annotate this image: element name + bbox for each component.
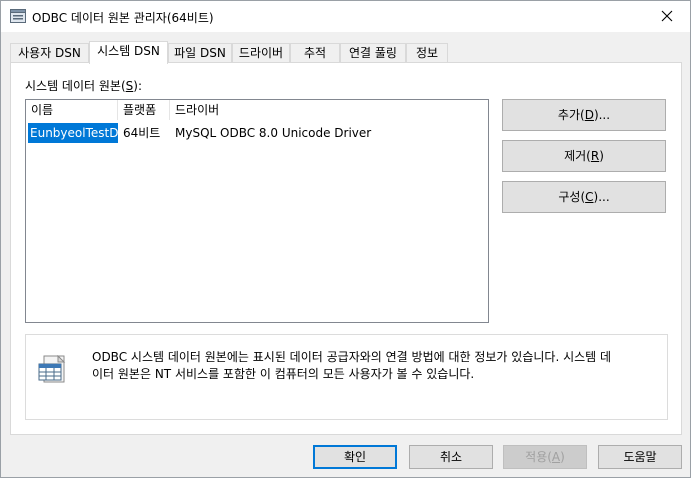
- mnemonic-key: D: [584, 108, 594, 122]
- column-header-name[interactable]: 이름: [26, 100, 118, 120]
- mnemonic-key: C: [585, 190, 594, 204]
- help-button[interactable]: 도움말: [598, 445, 682, 469]
- tab-label: 드라이버: [238, 46, 284, 60]
- odbc-app-icon: [10, 9, 26, 23]
- tab-connection-pooling[interactable]: 연결 풀링: [340, 43, 406, 63]
- tab-label: 파일 DSN: [174, 46, 226, 60]
- configure-button[interactable]: 구성(C)...: [502, 181, 666, 213]
- tab-about[interactable]: 정보: [406, 43, 448, 63]
- tab-label: 정보: [415, 46, 439, 60]
- button-text: )...: [593, 108, 611, 122]
- label-text: 시스템 데이터 원본(: [25, 79, 126, 93]
- tab-drivers[interactable]: 드라이버: [232, 43, 290, 63]
- add-button[interactable]: 추가(D)...: [502, 99, 666, 131]
- info-line: ODBC 시스템 데이터 원본에는 표시된 데이터 공급자와의 연결 방법에 대…: [92, 350, 612, 364]
- button-text: ): [560, 450, 565, 464]
- button-text: 추가(: [557, 108, 585, 122]
- tab-label: 사용자 DSN: [18, 46, 81, 60]
- tab-system-dsn[interactable]: 시스템 DSN: [89, 41, 168, 64]
- column-header-driver[interactable]: 드라이버: [170, 100, 488, 120]
- tab-user-dsn[interactable]: 사용자 DSN: [10, 43, 89, 63]
- dsn-name-cell[interactable]: EunbyeolTestDB: [28, 123, 118, 143]
- button-text: 구성(: [558, 190, 586, 204]
- tab-file-dsn[interactable]: 파일 DSN: [168, 43, 232, 63]
- list-item[interactable]: EunbyeolTestDB 64비트 MySQL ODBC 8.0 Unico…: [26, 123, 488, 143]
- datasource-info-icon: [38, 354, 70, 385]
- odbc-admin-window: ODBC 데이터 원본 관리자(64비트) 사용자 DSN 시스템 DSN 파일…: [0, 0, 691, 478]
- mnemonic-key: A: [551, 450, 561, 464]
- title-bar: ODBC 데이터 원본 관리자(64비트): [1, 1, 690, 32]
- system-data-sources-label: 시스템 데이터 원본(S):: [25, 77, 142, 94]
- button-text: ): [599, 149, 604, 163]
- ok-button[interactable]: 확인: [313, 445, 397, 469]
- mnemonic-key: R: [590, 149, 600, 163]
- info-line: 이터 원본은 NT 서비스를 포함한 이 컴퓨터의 모든 사용자가 볼 수 있습…: [92, 367, 475, 381]
- label-text: ):: [133, 79, 142, 93]
- column-header-platform[interactable]: 플랫폼: [118, 100, 170, 120]
- data-source-list[interactable]: 이름 플랫폼 드라이버 EunbyeolTestDB 64비트 MySQL OD…: [25, 99, 489, 323]
- info-description: ODBC 시스템 데이터 원본에는 표시된 데이터 공급자와의 연결 방법에 대…: [92, 349, 658, 383]
- dsn-platform-cell: 64비트: [123, 126, 161, 140]
- tab-label: 시스템 DSN: [97, 44, 160, 58]
- list-header: 이름 플랫폼 드라이버: [26, 100, 488, 120]
- button-text: 제거(: [564, 149, 591, 163]
- info-box: ODBC 시스템 데이터 원본에는 표시된 데이터 공급자와의 연결 방법에 대…: [25, 334, 668, 420]
- system-dsn-panel: 시스템 데이터 원본(S): 이름 플랫폼 드라이버 EunbyeolTestD…: [10, 62, 682, 435]
- close-icon[interactable]: [644, 1, 690, 31]
- apply-button[interactable]: 적용(A): [503, 445, 587, 469]
- remove-button[interactable]: 제거(R): [502, 140, 666, 172]
- window-title: ODBC 데이터 원본 관리자(64비트): [32, 11, 214, 25]
- tab-label: 추적: [303, 46, 327, 60]
- tab-label: 연결 풀링: [349, 46, 397, 60]
- cancel-button[interactable]: 취소: [409, 445, 493, 469]
- button-text: )...: [593, 190, 610, 204]
- tab-tracing[interactable]: 추적: [290, 43, 340, 63]
- dsn-driver-cell: MySQL ODBC 8.0 Unicode Driver: [175, 126, 372, 140]
- button-text: 적용(: [525, 450, 552, 464]
